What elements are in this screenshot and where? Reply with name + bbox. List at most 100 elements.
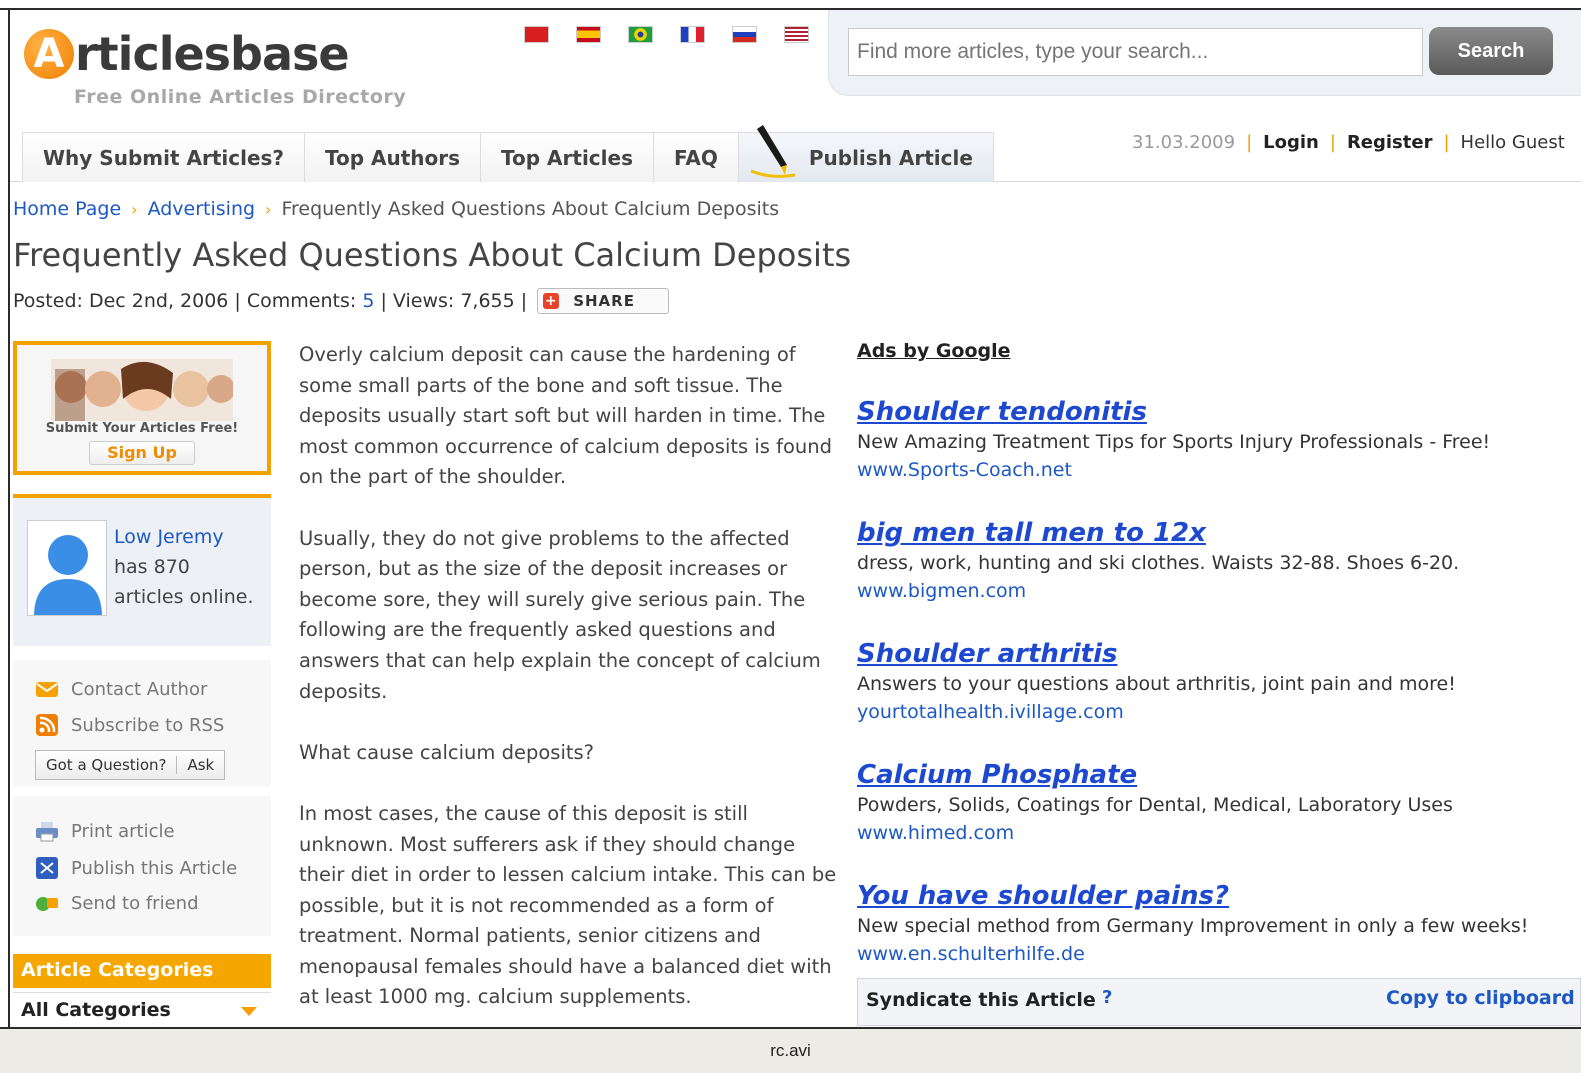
ad-description: dress, work, hunting and ski clothes. Wa…	[857, 552, 1460, 574]
russia-flag-icon[interactable]	[732, 26, 757, 43]
breadcrumb: Home Page › Advertising › Frequently Ask…	[13, 198, 779, 220]
page-title: Frequently Asked Questions About Calcium…	[13, 236, 852, 274]
ad-title-link[interactable]: Shoulder tendonitis	[857, 396, 1577, 428]
categories-dropdown[interactable]: All Categories	[13, 992, 271, 1026]
logo-text: rticlesbase	[75, 27, 350, 81]
ad-title-link[interactable]: You have shoulder pains?	[857, 880, 1577, 912]
avatar[interactable]	[27, 520, 107, 616]
ad-description: New Amazing Treatment Tips for Sports In…	[857, 431, 1491, 453]
author-box: Low Jeremy has 870 articles online.	[13, 494, 271, 646]
nav-faq[interactable]: FAQ	[654, 133, 739, 182]
site-tagline: Free Online Articles Directory	[74, 86, 407, 108]
ad-description: Answers to your questions about arthriti…	[857, 673, 1456, 695]
separator: |	[1329, 132, 1336, 153]
breadcrumb-home[interactable]: Home Page	[13, 198, 121, 220]
rss-icon	[36, 714, 58, 736]
share-label: SHARE	[573, 292, 635, 310]
article-body: Overly calcium deposit can cause the har…	[299, 340, 839, 1044]
window-frame-left	[8, 8, 10, 1038]
user-silhouette-icon	[34, 535, 102, 615]
categories-header: Article Categories	[13, 954, 271, 988]
nav-publish-label: Publish Article	[808, 145, 973, 170]
france-flag-icon[interactable]	[680, 26, 705, 43]
sign-up-button[interactable]: Sign Up	[89, 441, 195, 465]
categories-selected: All Categories	[21, 999, 171, 1021]
envelope-icon	[36, 682, 58, 697]
publish-article-label: Publish this Article	[71, 857, 238, 879]
nav-top-articles[interactable]: Top Articles	[481, 133, 654, 182]
printer-icon	[36, 822, 58, 842]
ad-item: big men tall men to 12x dress, work, hun…	[857, 517, 1577, 605]
help-icon[interactable]: ?	[1102, 987, 1112, 1008]
breadcrumb-category[interactable]: Advertising	[148, 198, 255, 220]
syndicate-title: Syndicate this Article	[866, 989, 1096, 1011]
chevron-down-icon	[241, 1007, 257, 1016]
nav-publish-article[interactable]: Publish Article	[738, 125, 994, 182]
article-paragraph: Overly calcium deposit can cause the har…	[299, 343, 833, 489]
login-link[interactable]: Login	[1263, 132, 1319, 153]
views-count: 7,655	[460, 290, 515, 312]
send-friend-icon	[36, 897, 58, 911]
article-paragraph: What cause calcium deposits?	[299, 740, 595, 764]
language-flags	[524, 26, 809, 43]
spain-flag-icon[interactable]	[576, 26, 601, 43]
author-actions: Contact Author Subscribe to RSS Got a Qu…	[13, 660, 271, 786]
search-button[interactable]: Search	[1429, 27, 1553, 75]
contact-author-link[interactable]: Contact Author	[35, 678, 207, 700]
ad-title-link[interactable]: Shoulder arthritis	[857, 638, 1577, 670]
search-input[interactable]	[848, 28, 1423, 76]
people-photo-icon	[51, 359, 233, 421]
usa-flag-icon[interactable]	[784, 26, 809, 43]
print-article-link[interactable]: Print article	[35, 820, 175, 842]
ad-url-link[interactable]: www.himed.com	[857, 819, 1577, 847]
ad-url-link[interactable]: yourtotalhealth.ivillage.com	[857, 698, 1577, 726]
nav-top-authors[interactable]: Top Authors	[305, 133, 482, 182]
ad-item: You have shoulder pains? New special met…	[857, 880, 1577, 968]
ads-heading[interactable]: Ads by Google	[857, 340, 1577, 362]
greeting: Hello Guest	[1460, 132, 1565, 153]
posted-date: Dec 2nd, 2006	[88, 290, 229, 312]
contact-author-label: Contact Author	[71, 678, 208, 700]
brazil-flag-icon[interactable]	[628, 26, 653, 43]
ad-url-link[interactable]: www.bigmen.com	[857, 577, 1577, 605]
publish-article-link[interactable]: Publish this Article	[35, 857, 237, 879]
register-link[interactable]: Register	[1347, 132, 1433, 153]
ask-label: Ask	[176, 756, 224, 774]
comments-label: Comments:	[246, 290, 357, 312]
chevron-right-icon: ›	[265, 199, 272, 219]
share-button[interactable]: + SHARE	[537, 288, 670, 314]
china-flag-icon[interactable]	[524, 26, 549, 43]
publish-icon	[36, 857, 58, 879]
subscribe-rss-label: Subscribe to RSS	[71, 714, 225, 736]
status-bar: rc.avi	[0, 1027, 1581, 1073]
subscribe-rss-link[interactable]: Subscribe to RSS	[35, 714, 224, 736]
syndicate-box: Syndicate this Article ? Copy to clipboa…	[857, 978, 1581, 1026]
ad-url-link[interactable]: www.en.schulterhilfe.de	[857, 940, 1577, 968]
breadcrumb-current: Frequently Asked Questions About Calcium…	[281, 198, 780, 220]
main-nav: Why Submit Articles? Top Authors Top Art…	[22, 125, 994, 182]
question-label: Got a Question?	[46, 756, 167, 774]
site-logo[interactable]: A rticlesbase	[24, 24, 350, 84]
ad-description: Powders, Solids, Coatings for Dental, Me…	[857, 794, 1453, 816]
article-meta: Posted: Dec 2nd, 2006 | Comments: 5 | Vi…	[13, 288, 670, 314]
ad-title-link[interactable]: Calcium Phosphate	[857, 759, 1577, 791]
ad-item: Calcium Phosphate Powders, Solids, Coati…	[857, 759, 1577, 847]
article-tools: Print article Publish this Article Send …	[13, 796, 271, 936]
send-to-friend-link[interactable]: Send to friend	[35, 892, 199, 914]
author-name-link[interactable]: Low Jeremy	[114, 522, 254, 552]
comments-count-link[interactable]: 5	[362, 290, 374, 312]
send-to-friend-label: Send to friend	[71, 892, 199, 914]
pen-icon	[750, 125, 796, 178]
copy-to-clipboard-link[interactable]: Copy to clipboard	[1386, 987, 1575, 1009]
ad-title-link[interactable]: big men tall men to 12x	[857, 517, 1577, 549]
ad-description: New special method from Germany Improvem…	[857, 915, 1529, 937]
nav-why-submit[interactable]: Why Submit Articles?	[23, 133, 306, 182]
print-article-label: Print article	[71, 820, 175, 842]
user-bar: 31.03.2009 | Login | Register | Hello Gu…	[1132, 132, 1565, 153]
ad-url-link[interactable]: www.Sports-Coach.net	[857, 456, 1577, 484]
author-info: Low Jeremy has 870 articles online.	[114, 522, 254, 612]
separator: |	[1443, 132, 1450, 153]
signup-promo[interactable]: Submit Your Articles Free! Sign Up	[13, 341, 271, 475]
views-label: Views:	[392, 290, 455, 312]
ask-question-button[interactable]: Got a Question? Ask	[35, 750, 226, 780]
